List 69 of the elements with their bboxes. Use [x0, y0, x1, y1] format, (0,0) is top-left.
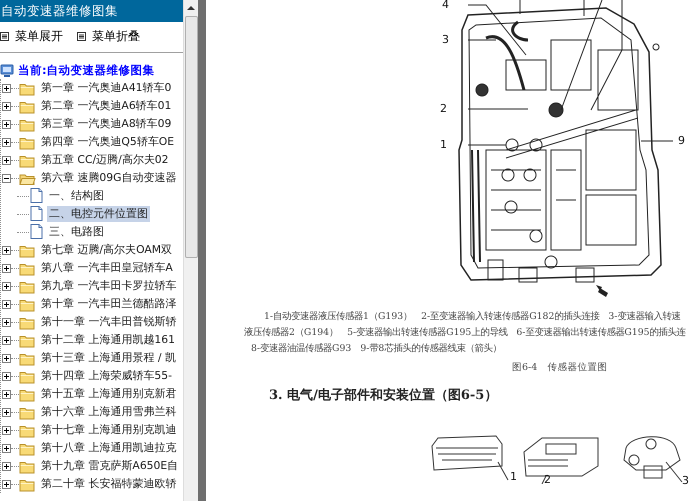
- tree-item[interactable]: 第二十章 长安福特蒙迪欧轿: [39, 476, 178, 492]
- expand-toggle-icon[interactable]: [2, 480, 11, 488]
- expand-toggle-icon[interactable]: [2, 84, 11, 92]
- expand-toggle-icon[interactable]: [2, 138, 11, 146]
- expand-toggle-icon[interactable]: [2, 408, 11, 416]
- tree-item[interactable]: 第九章 一汽丰田卡罗拉轿车: [39, 278, 178, 294]
- pointer-arrow-icon: [596, 285, 608, 297]
- expand-toggle-icon[interactable]: [2, 462, 11, 470]
- tree-item[interactable]: 第二章 一汽奥迪A6轿车01: [39, 98, 174, 114]
- page-icon: [29, 224, 44, 240]
- expand-toggle-icon[interactable]: [2, 444, 11, 452]
- tree-item[interactable]: 第五章 CC/迈腾/高尔夫02: [39, 152, 171, 168]
- menu-toolbar-button[interactable]: 菜单折叠: [77, 28, 142, 45]
- tree-item[interactable]: 第十三章 上海通用景程 / 凯: [39, 350, 178, 366]
- tree-item[interactable]: 第十七章 上海通用别克凯迪: [39, 422, 178, 438]
- expand-toggle-icon[interactable]: [2, 372, 11, 380]
- tree-item[interactable]: 二、电控元件位置图: [47, 206, 150, 222]
- tree-item[interactable]: 第七章 迈腾/高尔夫OAM双: [39, 242, 174, 258]
- expand-toggle-icon[interactable]: [2, 300, 11, 308]
- page-icon: [29, 206, 44, 222]
- callout-number: 1: [510, 470, 517, 483]
- tree-item[interactable]: 第一章 一汽奥迪A41轿车0: [39, 80, 174, 96]
- expand-toggle-icon[interactable]: [2, 336, 11, 344]
- expand-toggle-icon[interactable]: [2, 354, 11, 362]
- expand-toggle-icon[interactable]: [2, 102, 11, 110]
- tree-item[interactable]: 第十一章 一汽丰田普锐斯轿: [39, 314, 178, 330]
- expand-toggle-icon[interactable]: [2, 282, 11, 290]
- callout-number: 4: [442, 0, 449, 11]
- expand-toggle-icon[interactable]: [2, 264, 11, 272]
- computer-icon: [0, 62, 14, 78]
- collapse-toggle-icon[interactable]: [2, 174, 11, 182]
- tree-item[interactable]: 第十章 一汽丰田兰德酷路泽: [39, 296, 178, 312]
- callout-number: 9: [678, 134, 685, 147]
- tree-item[interactable]: 第十二章 上海通用凯越161: [39, 332, 178, 348]
- tree-item[interactable]: 第十九章 雷克萨斯A650E自: [39, 458, 180, 474]
- expand-toggle-icon[interactable]: [2, 246, 11, 254]
- list-icon: [77, 32, 86, 41]
- legend-text: 1-自动变速器液压传感器1（G193） 2-至变速器输入转速传感器G182的插头连接 3-变速器输入转速: [263, 310, 682, 323]
- scrollbar-thumb[interactable]: [184, 16, 198, 258]
- callout-number: 2: [544, 473, 551, 486]
- panel-title: 自动变速器维修图集: [0, 0, 183, 22]
- tree-item[interactable]: 一、结构图: [47, 188, 106, 204]
- tree-item[interactable]: 第八章 一汽丰田皇冠轿车A: [39, 260, 175, 276]
- callout-number: 3: [682, 474, 689, 487]
- callout-number: 3: [442, 33, 449, 46]
- tree-item[interactable]: 第十八章 上海通用凯迪拉克: [39, 440, 178, 456]
- menu-toolbar-button[interactable]: 菜单展开: [0, 28, 65, 45]
- tree-root-label: 当前:自动变速器维修图集: [18, 62, 155, 78]
- tree-item[interactable]: 第四章 一汽奥迪Q5轿车OE: [39, 134, 176, 150]
- tree-item[interactable]: 第三章 一汽奥迪A8轿车09: [39, 116, 174, 132]
- legend-text: 液压传感器2（G194） 5-变速器输出转速传感器G195上的导线 6-至变速器输出转速传感器G195的插头连: [243, 326, 687, 339]
- expand-toggle-icon[interactable]: [2, 120, 11, 128]
- legend-text: 8-变速器油温传感器G93 9-带8芯插头的传感器线束（箭头）: [250, 342, 502, 355]
- tree-item[interactable]: 第十五章 上海通用别克新君: [39, 386, 178, 402]
- expand-toggle-icon[interactable]: [2, 156, 11, 164]
- tree-item[interactable]: 第十四章 上海荣威轿车55-: [39, 368, 174, 384]
- callout-number: 1: [440, 138, 447, 151]
- tree-item[interactable]: 第十六章 上海通用雪弗兰科: [39, 404, 178, 420]
- expand-toggle-icon[interactable]: [2, 390, 11, 398]
- section-heading: 3. 电气/电子部件和安装位置（图6-5）: [268, 386, 498, 404]
- callout-number: 2: [440, 102, 447, 115]
- figure-caption: 图6-4 传感器位置图: [511, 361, 608, 374]
- scroll-up-icon[interactable]: [186, 4, 196, 12]
- page-icon: [29, 188, 44, 204]
- tree-item[interactable]: 三、电路图: [47, 224, 106, 240]
- expand-toggle-icon[interactable]: [2, 426, 11, 434]
- expand-toggle-icon[interactable]: [2, 318, 11, 326]
- scrollbar[interactable]: [183, 0, 198, 501]
- tree-item[interactable]: 第六章 速腾09G自动变速器: [39, 170, 179, 186]
